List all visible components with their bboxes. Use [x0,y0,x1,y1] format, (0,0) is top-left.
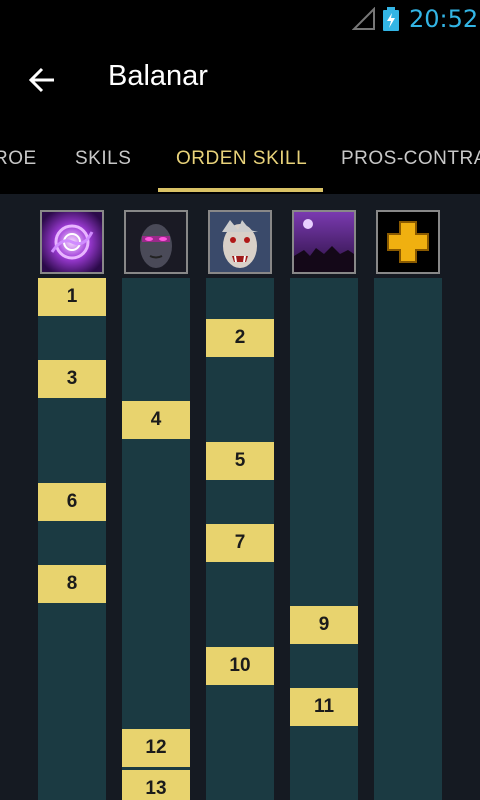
skill-column-3: 2 5 7 10 [206,278,274,800]
page-title: Balanar [108,60,208,92]
skill-level-badge: 9 [290,606,358,644]
skill-level-badge: 13 [122,770,190,800]
battery-charging-icon [383,7,399,31]
tab-orden-skill[interactable]: ORDEN SKILL [176,148,307,170]
dark-hero-skill-icon[interactable] [124,210,188,274]
action-bar: Balanar [0,38,480,122]
skill-level-badge: 1 [38,278,106,316]
status-bar: 20:52 [0,0,480,38]
night-sky-skill-icon[interactable] [292,210,356,274]
void-skill-icon[interactable] [40,210,104,274]
skill-level-badge: 8 [38,565,106,603]
skill-order-grid: 1 3 6 8 4 12 13 2 5 7 10 9 11 [0,194,480,800]
skill-level-badge: 7 [206,524,274,562]
tab-heroe[interactable]: ROE [0,148,37,170]
vampire-skill-icon[interactable] [208,210,272,274]
skill-level-badge: 12 [122,729,190,767]
attribute-plus-icon[interactable] [376,210,440,274]
skill-column-2: 4 12 13 [122,278,190,800]
status-time: 20:52 [409,5,479,33]
skill-level-badge: 5 [206,442,274,480]
skill-level-badge: 10 [206,647,274,685]
skill-level-badge: 11 [290,688,358,726]
skill-column-1: 1 3 6 8 [38,278,106,800]
skill-column-4: 9 11 [290,278,358,800]
skill-level-badge: 3 [38,360,106,398]
tab-bar: ROE SKILS ORDEN SKILL PROS-CONTRA [0,122,480,194]
back-button[interactable] [20,60,64,100]
skill-column-5 [374,278,442,800]
skill-level-badge: 4 [122,401,190,439]
signal-icon [352,7,375,30]
skill-level-badge: 6 [38,483,106,521]
skill-level-badge: 2 [206,319,274,357]
arrow-left-icon [28,67,54,93]
active-tab-indicator [158,188,323,192]
tab-pros-contra[interactable]: PROS-CONTRA [341,148,480,170]
tab-skils[interactable]: SKILS [75,148,131,170]
